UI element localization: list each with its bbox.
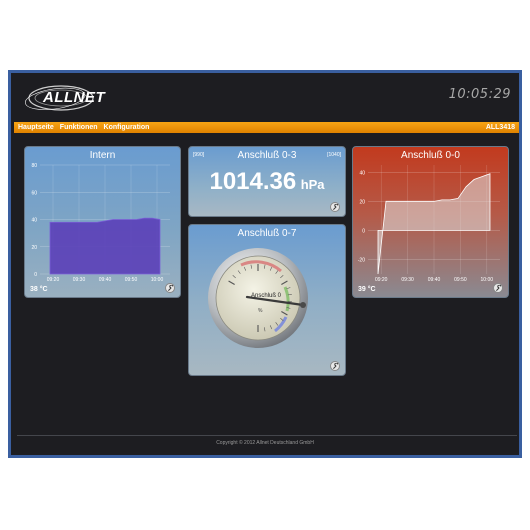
device-name: ALL3418 [485, 124, 515, 131]
x-tick-label: 09:30 [73, 277, 86, 283]
series-area [49, 217, 161, 275]
y-tick-label: 0 [34, 272, 37, 278]
x-tick-label: 09:20 [47, 277, 60, 283]
pressure-reading: 1014.36 hPa [189, 168, 345, 196]
logo-text: ALLNET [43, 89, 106, 106]
y-tick-label: 40 [31, 218, 37, 224]
panel-anschluss-0-3[interactable]: Anschluß 0-3 [990] [1040] 1014.36 hPa [188, 146, 346, 217]
app-window: ALLNET 10:05:29 Hauptseite Funktionen Ko… [8, 70, 522, 458]
pressure-max-label: [1040] [327, 152, 341, 158]
nav-item-konfiguration[interactable]: Konfiguration [104, 123, 150, 132]
footer-divider [17, 435, 517, 436]
pressure-unit: hPa [300, 177, 325, 192]
x-tick-label: 10:00 [151, 277, 164, 283]
x-tick-label: 09:50 [125, 277, 138, 283]
pressure-min-label: [990] [193, 152, 205, 158]
x-tick-label: 09:30 [401, 277, 414, 283]
anschluss-0-0-chart: -20 0 20 40 09:20 09:30 09:40 09:50 10:00 [358, 165, 500, 283]
intern-temperature: 38 °C [30, 286, 48, 293]
y-tick-label: 60 [31, 190, 37, 196]
x-tick-label: 10:00 [481, 277, 494, 283]
header: ALLNET 10:05:29 [11, 73, 519, 123]
anschluss-0-0-temperature: 39 °C [358, 286, 376, 293]
x-tick-label: 09:40 [99, 277, 112, 283]
y-tick-label: 0 [362, 228, 365, 234]
analog-gauge: Anschluß 0 % [208, 248, 308, 348]
clock: 10:05:29 [448, 87, 511, 102]
anschluss-0-7-settings-wrench-icon[interactable] [330, 361, 340, 371]
y-tick-label: 80 [31, 163, 37, 169]
intern-settings-wrench-icon[interactable] [165, 283, 175, 293]
gauge-needle-hub [300, 302, 306, 308]
panel-intern[interactable]: Intern 0 20 40 60 80 09:20 09:30 09:40 09:50 10:0… [24, 146, 181, 298]
y-tick-label: 40 [359, 170, 365, 176]
nav-item-hauptseite[interactable]: Hauptseite [18, 123, 54, 132]
y-tick-label: 20 [359, 199, 365, 205]
anschluss-0-3-settings-wrench-icon[interactable] [330, 202, 340, 212]
pressure-value: 1014.36 [209, 168, 297, 195]
copyright: Copyright © 2012 Allnet Deutschland GmbH [216, 440, 314, 446]
y-tick-label: 20 [31, 245, 37, 251]
panel-anschluss-0-7[interactable]: Anschluß 0-7 Anschluß 0 % [188, 224, 346, 376]
y-tick-label: -20 [358, 257, 365, 263]
anschluss-0-0-settings-wrench-icon[interactable] [493, 283, 503, 293]
x-tick-label: 09:20 [375, 277, 388, 283]
x-tick-label: 09:50 [454, 277, 467, 283]
gauge-unit: % [258, 308, 263, 314]
allnet-logo: ALLNET [21, 83, 105, 113]
nav-bar: Hauptseite Funktionen Konfiguration ALL3… [14, 122, 519, 133]
panel-anschluss-0-0[interactable]: Anschluß 0-0 -20 0 20 40 09:20 09:30 09:40 09:5… [352, 146, 509, 298]
intern-chart: 0 20 40 60 80 09:20 09:30 09:40 09:50 10:00 [31, 163, 170, 283]
nav-item-funktionen[interactable]: Funktionen [60, 123, 98, 132]
panel-anschluss-0-3-title: Anschluß 0-3 [237, 150, 297, 161]
x-tick-label: 09:40 [428, 277, 441, 283]
